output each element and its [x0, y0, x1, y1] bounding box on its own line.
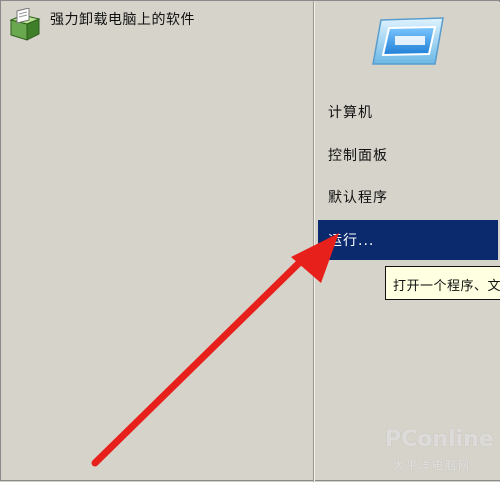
- program-item-uninstaller[interactable]: 强力卸载电脑上的软件: [8, 7, 298, 42]
- watermark-subtitle: 太平洋电脑网: [393, 459, 471, 472]
- program-label: 强力卸载电脑上的软件: [50, 12, 195, 28]
- menu-item-default-programs[interactable]: 默认程序: [318, 177, 498, 217]
- menu-item-label: 默认程序: [328, 190, 388, 206]
- tooltip: 打开一个程序、文: [385, 266, 500, 300]
- start-menu: 强力卸载电脑上的软件 计算机 控制面板 默认程序 运行... 打开一个程序、文 …: [0, 0, 500, 482]
- user-picture-icon[interactable]: [371, 14, 447, 68]
- tooltip-text: 打开一个程序、文: [393, 279, 500, 294]
- watermark-logo: PConline: [385, 427, 494, 452]
- watermark: PConline 太平洋电脑网: [375, 425, 499, 477]
- menu-item-control-panel[interactable]: 控制面板: [318, 135, 498, 175]
- menu-item-label: 计算机: [328, 105, 373, 121]
- menu-item-label: 运行...: [328, 233, 375, 249]
- menu-item-computer[interactable]: 计算机: [318, 92, 498, 132]
- programs-pane: 强力卸载电脑上的软件: [2, 2, 312, 480]
- uninstaller-box-icon: [8, 7, 42, 42]
- system-pane: 计算机 控制面板 默认程序 运行...: [315, 2, 500, 480]
- menu-item-run[interactable]: 运行...: [318, 220, 498, 260]
- menu-item-label: 控制面板: [328, 148, 388, 164]
